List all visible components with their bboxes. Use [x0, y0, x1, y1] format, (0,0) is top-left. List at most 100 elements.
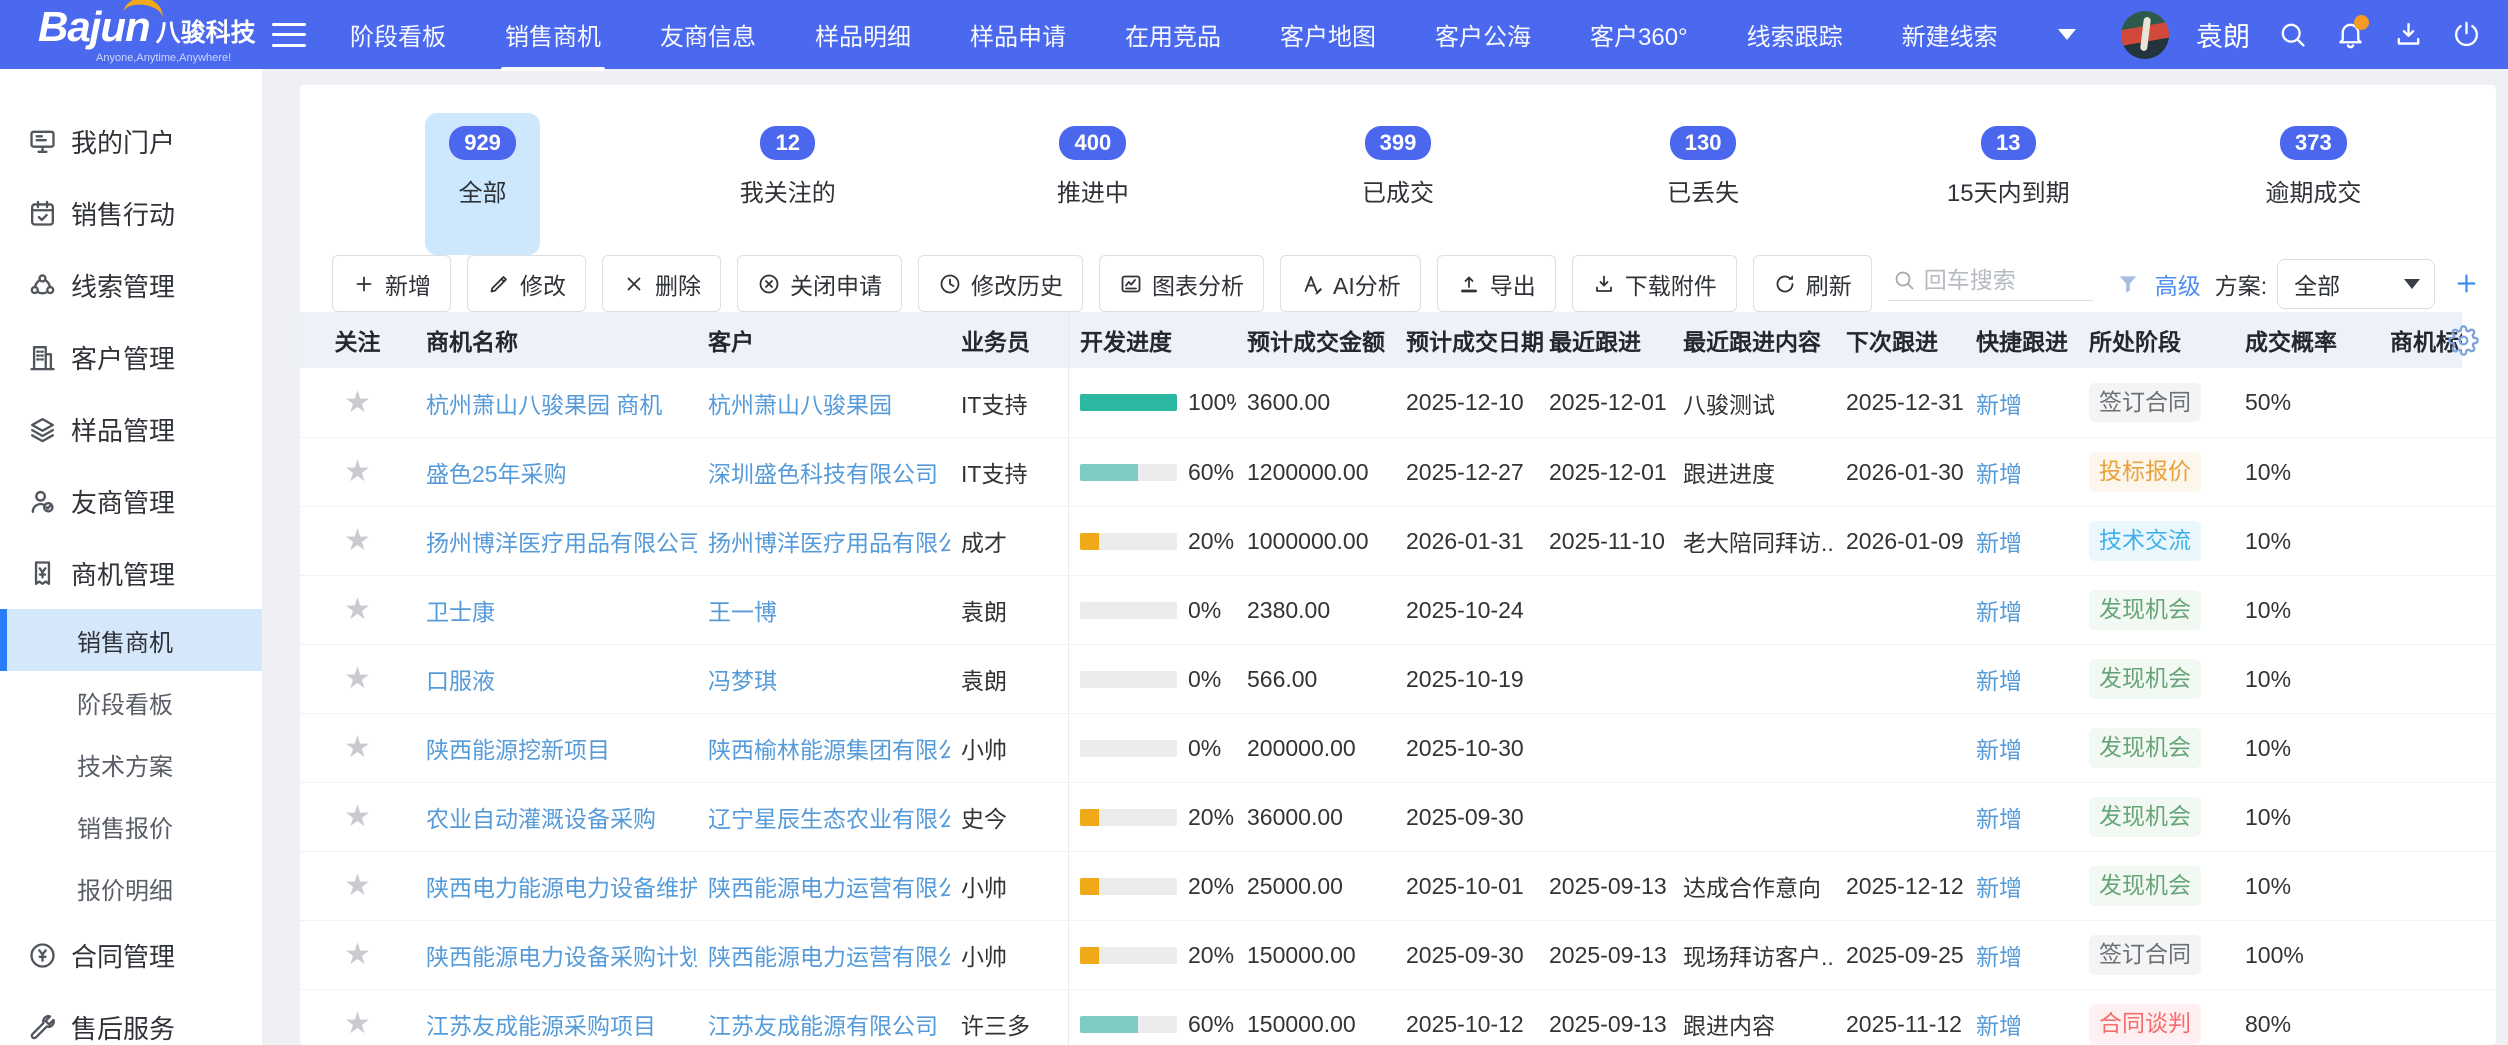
table-row[interactable]: ★盛色25年采购深圳盛色科技有限公司IT支持60%1200000.002025-…	[300, 437, 2496, 506]
nav-item[interactable]: 友商信息	[660, 17, 756, 52]
新增-button[interactable]: 新增	[332, 255, 451, 312]
table-row[interactable]: ★陕西电力能源电力设备维护...陕西能源电力运营有限公司小帅20%25000.0…	[300, 851, 2496, 920]
table-row[interactable]: ★卫士康王一博袁朗0%2380.002025-10-24新增发现机会10%	[300, 575, 2496, 644]
刷新-button[interactable]: 刷新	[1753, 255, 1872, 312]
column-header[interactable]: 客户	[697, 323, 950, 357]
nav-item[interactable]: 样品申请	[970, 17, 1066, 52]
customer-link[interactable]: 陕西榆林能源集团有限公司	[708, 737, 950, 763]
stat-filter-button[interactable]: 400推进中	[1033, 113, 1153, 255]
sidebar-item[interactable]: 样品管理	[0, 393, 262, 465]
favorite-star-icon[interactable]: ★	[344, 388, 371, 418]
favorite-star-icon[interactable]: ★	[344, 940, 371, 970]
opportunity-name-link[interactable]: 陕西电力能源电力设备维护...	[426, 875, 697, 901]
关闭申请-button[interactable]: 关闭申请	[737, 255, 902, 312]
quick-follow-link[interactable]: 新增	[1976, 1013, 2022, 1039]
menu-toggle-icon[interactable]	[272, 23, 306, 47]
nav-item[interactable]: 阶段看板	[350, 17, 446, 52]
favorite-star-icon[interactable]: ★	[344, 664, 371, 694]
customer-link[interactable]: 王一博	[708, 599, 777, 625]
favorite-star-icon[interactable]: ★	[344, 457, 371, 487]
download-center-icon[interactable]	[2393, 19, 2424, 50]
table-row[interactable]: ★口服液冯梦琪袁朗0%566.002025-10-19新增发现机会10%	[300, 644, 2496, 713]
avatar[interactable]	[2121, 11, 2169, 59]
favorite-star-icon[interactable]: ★	[344, 595, 371, 625]
nav-item[interactable]: 新建线索	[1902, 17, 1998, 52]
table-row[interactable]: ★农业自动灌溉设备采购辽宁星辰生态农业有限公司史今20%36000.002025…	[300, 782, 2496, 851]
add-plan-icon[interactable]	[2452, 269, 2481, 298]
plan-select[interactable]: 全部	[2277, 259, 2435, 309]
nav-item[interactable]: 客户360°	[1590, 17, 1688, 52]
notifications-bell-icon[interactable]	[2335, 19, 2366, 50]
customer-link[interactable]: 扬州博洋医疗用品有限公司	[708, 530, 950, 556]
customer-link[interactable]: 陕西能源电力运营有限公司	[708, 944, 950, 970]
quick-follow-link[interactable]: 新增	[1976, 806, 2022, 832]
stat-filter-button[interactable]: 1315天内到期	[1923, 113, 2094, 255]
customer-link[interactable]: 辽宁星辰生态农业有限公司	[708, 806, 950, 832]
column-header[interactable]: 所处阶段	[2078, 323, 2234, 357]
column-header[interactable]: 下次跟进	[1835, 323, 1965, 357]
column-header[interactable]: 商机名称	[415, 323, 697, 357]
filter-funnel-icon[interactable]	[2115, 271, 2141, 297]
sidebar-subitem[interactable]: 阶段看板	[0, 671, 262, 733]
table-row[interactable]: ★江苏友成能源采购项目江苏友成能源有限公司许三多60%150000.002025…	[300, 989, 2496, 1045]
sidebar-item[interactable]: 合同管理	[0, 919, 262, 991]
column-header[interactable]: 预计成交日期	[1395, 323, 1538, 357]
opportunity-name-link[interactable]: 盛色25年采购	[426, 461, 567, 487]
customer-link[interactable]: 陕西能源电力运营有限公司	[708, 875, 950, 901]
search-input[interactable]	[1924, 267, 2074, 294]
column-header[interactable]: 最近跟进	[1538, 323, 1672, 357]
stat-filter-button[interactable]: 130已丢失	[1643, 113, 1763, 255]
nav-more-caret-icon[interactable]	[2058, 29, 2076, 40]
column-header[interactable]: 开发进度	[1069, 323, 1236, 357]
sidebar-subitem[interactable]: 销售报价	[0, 795, 262, 857]
下载附件-button[interactable]: 下载附件	[1572, 255, 1737, 312]
advanced-search-link[interactable]: 高级	[2155, 267, 2201, 301]
stat-filter-button[interactable]: 12我关注的	[716, 113, 860, 255]
quick-follow-link[interactable]: 新增	[1976, 599, 2022, 625]
stat-filter-button[interactable]: 399已成交	[1338, 113, 1458, 255]
nav-item[interactable]: 销售商机	[505, 17, 601, 52]
stat-filter-button[interactable]: 373逾期成交	[2241, 113, 2385, 255]
导出-button[interactable]: 导出	[1437, 255, 1556, 312]
sidebar-item[interactable]: 客户管理	[0, 321, 262, 393]
修改历史-button[interactable]: 修改历史	[918, 255, 1083, 312]
nav-item[interactable]: 样品明细	[815, 17, 911, 52]
favorite-star-icon[interactable]: ★	[344, 871, 371, 901]
table-row[interactable]: ★扬州博洋医疗用品有限公司...扬州博洋医疗用品有限公司成才20%1000000…	[300, 506, 2496, 575]
sidebar-item[interactable]: 商机管理	[0, 537, 262, 609]
favorite-star-icon[interactable]: ★	[344, 733, 371, 763]
修改-button[interactable]: 修改	[467, 255, 586, 312]
sidebar-subitem[interactable]: 报价明细	[0, 857, 262, 919]
sidebar-item[interactable]: 我的门户	[0, 105, 262, 177]
quick-follow-link[interactable]: 新增	[1976, 392, 2022, 418]
opportunity-name-link[interactable]: 卫士康	[426, 599, 495, 625]
opportunity-name-link[interactable]: 扬州博洋医疗用品有限公司...	[426, 530, 697, 556]
opportunity-name-link[interactable]: 陕西能源电力设备采购计划	[426, 944, 697, 970]
AI分析-button[interactable]: AI分析	[1280, 255, 1421, 312]
opportunity-name-link[interactable]: 江苏友成能源采购项目	[426, 1013, 656, 1039]
sidebar-item[interactable]: 售后服务	[0, 991, 262, 1045]
sidebar-item[interactable]: 友商管理	[0, 465, 262, 537]
quick-follow-link[interactable]: 新增	[1976, 668, 2022, 694]
column-header[interactable]: 业务员	[950, 312, 1069, 368]
column-header[interactable]: 最近跟进内容	[1672, 323, 1835, 357]
column-header[interactable]: 快捷跟进	[1965, 323, 2078, 357]
column-header[interactable]: 预计成交金额	[1236, 323, 1395, 357]
table-row[interactable]: ★陕西能源电力设备采购计划陕西能源电力运营有限公司小帅20%150000.002…	[300, 920, 2496, 989]
opportunity-name-link[interactable]: 口服液	[426, 668, 495, 694]
logout-power-icon[interactable]	[2451, 19, 2482, 50]
quick-follow-link[interactable]: 新增	[1976, 875, 2022, 901]
图表分析-button[interactable]: 图表分析	[1099, 255, 1264, 312]
sidebar-subitem[interactable]: 销售商机	[0, 609, 262, 671]
opportunity-name-link[interactable]: 杭州萧山八骏果园 商机	[426, 392, 662, 418]
nav-item[interactable]: 线索跟踪	[1747, 17, 1843, 52]
column-header[interactable]: 关注	[300, 323, 415, 357]
favorite-star-icon[interactable]: ★	[344, 802, 371, 832]
table-row[interactable]: ★杭州萧山八骏果园 商机杭州萧山八骏果园IT支持100%3600.002025-…	[300, 368, 2496, 437]
search-icon[interactable]	[2277, 19, 2308, 50]
nav-item[interactable]: 客户地图	[1280, 17, 1376, 52]
favorite-star-icon[interactable]: ★	[344, 1009, 371, 1039]
quick-follow-link[interactable]: 新增	[1976, 530, 2022, 556]
opportunity-name-link[interactable]: 陕西能源挖新项目	[426, 737, 610, 763]
customer-link[interactable]: 杭州萧山八骏果园	[708, 392, 892, 418]
